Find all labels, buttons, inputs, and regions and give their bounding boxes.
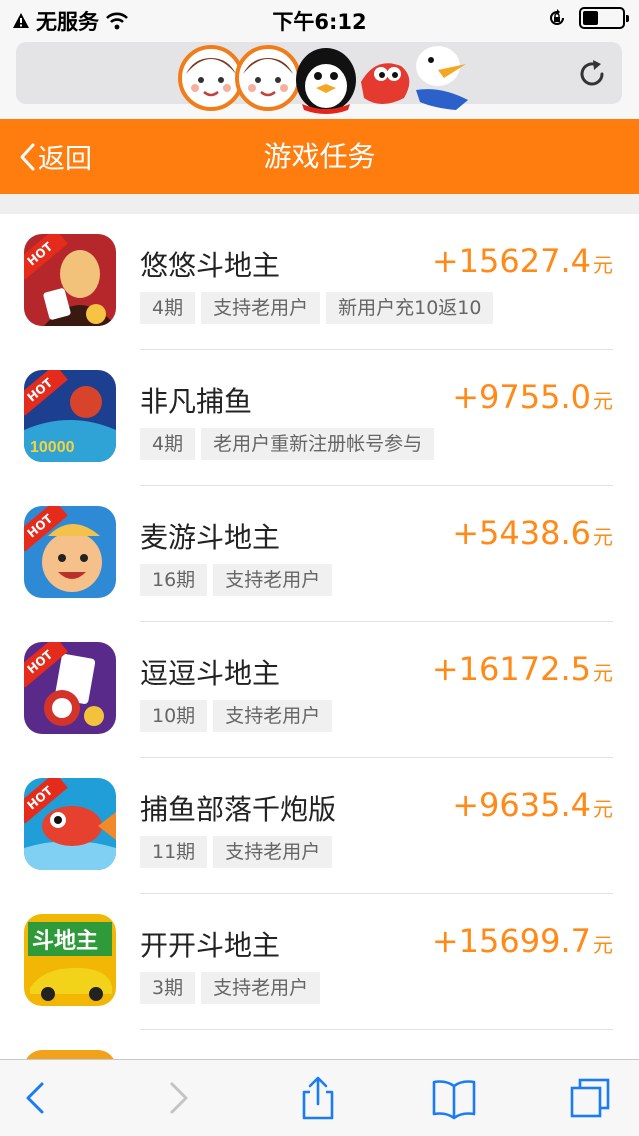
task-item[interactable]: HOT 悠悠斗地主 +15627.4 元 4期 支持老用户 新用户充10返10 xyxy=(0,214,639,350)
task-name: 悠悠斗地主 xyxy=(140,249,281,282)
task-tag: 10期 xyxy=(140,700,208,732)
task-tag: 支持老用户 xyxy=(213,700,333,732)
partial-app-icon[interactable] xyxy=(24,1050,116,1059)
share-icon[interactable] xyxy=(296,1076,340,1120)
task-tags: 4期 老用户重新注册帐号参与 xyxy=(140,428,435,460)
task-name: 非凡捕鱼 xyxy=(140,385,253,418)
rotation-lock-icon xyxy=(550,9,564,25)
battery-fill xyxy=(583,11,598,25)
reward-unit: 元 xyxy=(593,389,613,413)
reward-amount: +5438.6 xyxy=(452,514,591,552)
task-tags: 10期 支持老用户 xyxy=(140,700,333,732)
reward-amount: +9755.0 xyxy=(452,378,591,416)
nav-header: 返回 游戏任务 xyxy=(0,119,639,194)
task-name: 逗逗斗地主 xyxy=(140,657,281,690)
task-item[interactable]: HOT 逗逗斗地主 +16172.5 元 10期 支持老用户 xyxy=(0,622,639,758)
task-tag: 新用户充10返10 xyxy=(326,292,494,324)
reward-amount: +16172.5 xyxy=(431,650,591,688)
kaikai-doudizhu-icon[interactable]: 斗地主 xyxy=(24,914,116,1006)
task-item-partial[interactable] xyxy=(0,1030,639,1059)
task-tags: 3期 支持老用户 xyxy=(140,972,321,1004)
status-bar: 无服务 下午6:12 xyxy=(0,0,639,36)
reload-icon[interactable] xyxy=(576,58,608,90)
address-bar[interactable] xyxy=(16,42,622,114)
reward-unit: 元 xyxy=(593,525,613,549)
task-item[interactable]: HOT 捕鱼部落千炮版 +9635.4 元 11期 支持老用户 xyxy=(0,758,639,894)
task-reward: +9635.4 元 xyxy=(452,786,613,824)
task-tags: 11期 支持老用户 xyxy=(140,836,333,868)
task-tags: 4期 支持老用户 新用户充10返10 xyxy=(140,292,494,324)
svg-text:斗地主: 斗地主 xyxy=(32,928,98,953)
reward-unit: 元 xyxy=(593,933,613,957)
section-gap xyxy=(0,194,639,214)
bookmarks-icon[interactable] xyxy=(432,1076,476,1120)
status-time: 下午6:12 xyxy=(272,10,367,34)
doudou-doudizhu-icon[interactable]: HOT xyxy=(24,642,116,734)
reward-unit: 元 xyxy=(593,253,613,277)
task-item[interactable]: 斗地主 开开斗地主 +15699.7 元 3期 支持老用户 xyxy=(0,894,639,1030)
youyou-doudizhu-icon[interactable]: HOT xyxy=(24,234,116,326)
page-title: 游戏任务 xyxy=(263,140,376,173)
reward-unit: 元 xyxy=(593,661,613,685)
task-list: HOT 悠悠斗地主 +15627.4 元 4期 支持老用户 新用户充10返10 10… xyxy=(0,214,639,1059)
task-item[interactable]: 10000 HOT 非凡捕鱼 +9755.0 元 4期 老用户重新注册帐号参与 xyxy=(0,350,639,486)
task-tag: 支持老用户 xyxy=(213,836,333,868)
task-name: 开开斗地主 xyxy=(140,929,281,962)
svg-text:10000: 10000 xyxy=(30,439,75,456)
reward-amount: +15699.7 xyxy=(431,922,591,960)
tabs-icon[interactable] xyxy=(568,1076,612,1120)
task-tags: 16期 支持老用户 xyxy=(140,564,333,596)
task-tag: 16期 xyxy=(140,564,208,596)
task-tag: 支持老用户 xyxy=(201,292,321,324)
buyu-buluo-icon[interactable]: HOT xyxy=(24,778,116,870)
browser-toolbar xyxy=(0,1059,639,1136)
task-reward: +5438.6 元 xyxy=(452,514,613,552)
reward-unit: 元 xyxy=(593,797,613,821)
task-reward: +9755.0 元 xyxy=(452,378,613,416)
task-tag: 11期 xyxy=(140,836,208,868)
task-tag: 支持老用户 xyxy=(201,972,321,1004)
task-tag: 4期 xyxy=(140,428,196,460)
app-icon-art: 斗地主 xyxy=(24,914,116,1006)
task-tag: 3期 xyxy=(140,972,196,1004)
browser-back-icon[interactable] xyxy=(14,1076,58,1120)
task-tag: 老用户重新注册帐号参与 xyxy=(201,428,435,460)
screen: 无服务 下午6:12 返回 游戏任务 HOT 悠悠斗地主 +15627.4 元 … xyxy=(0,0,639,1136)
status-right xyxy=(547,7,629,29)
browser-address-area xyxy=(0,36,639,118)
task-name: 麦游斗地主 xyxy=(140,521,281,554)
reward-amount: +9635.4 xyxy=(452,786,591,824)
mascot-banner-image xyxy=(178,45,468,114)
task-item[interactable]: HOT 麦游斗地主 +5438.6 元 16期 支持老用户 xyxy=(0,486,639,622)
browser-forward-icon[interactable] xyxy=(156,1076,200,1120)
task-name: 捕鱼部落千炮版 xyxy=(140,793,337,826)
battery-icon xyxy=(579,7,629,29)
task-tag: 支持老用户 xyxy=(213,564,333,596)
maiyou-doudizhu-icon[interactable]: HOT xyxy=(24,506,116,598)
task-reward: +15627.4 元 xyxy=(432,242,613,280)
task-tag: 4期 xyxy=(140,292,196,324)
task-reward: +16172.5 元 xyxy=(432,650,613,688)
reward-amount: +15627.4 xyxy=(431,242,591,280)
task-reward: +15699.7 元 xyxy=(432,922,613,960)
feifan-buyu-icon[interactable]: 10000 HOT xyxy=(24,370,116,462)
